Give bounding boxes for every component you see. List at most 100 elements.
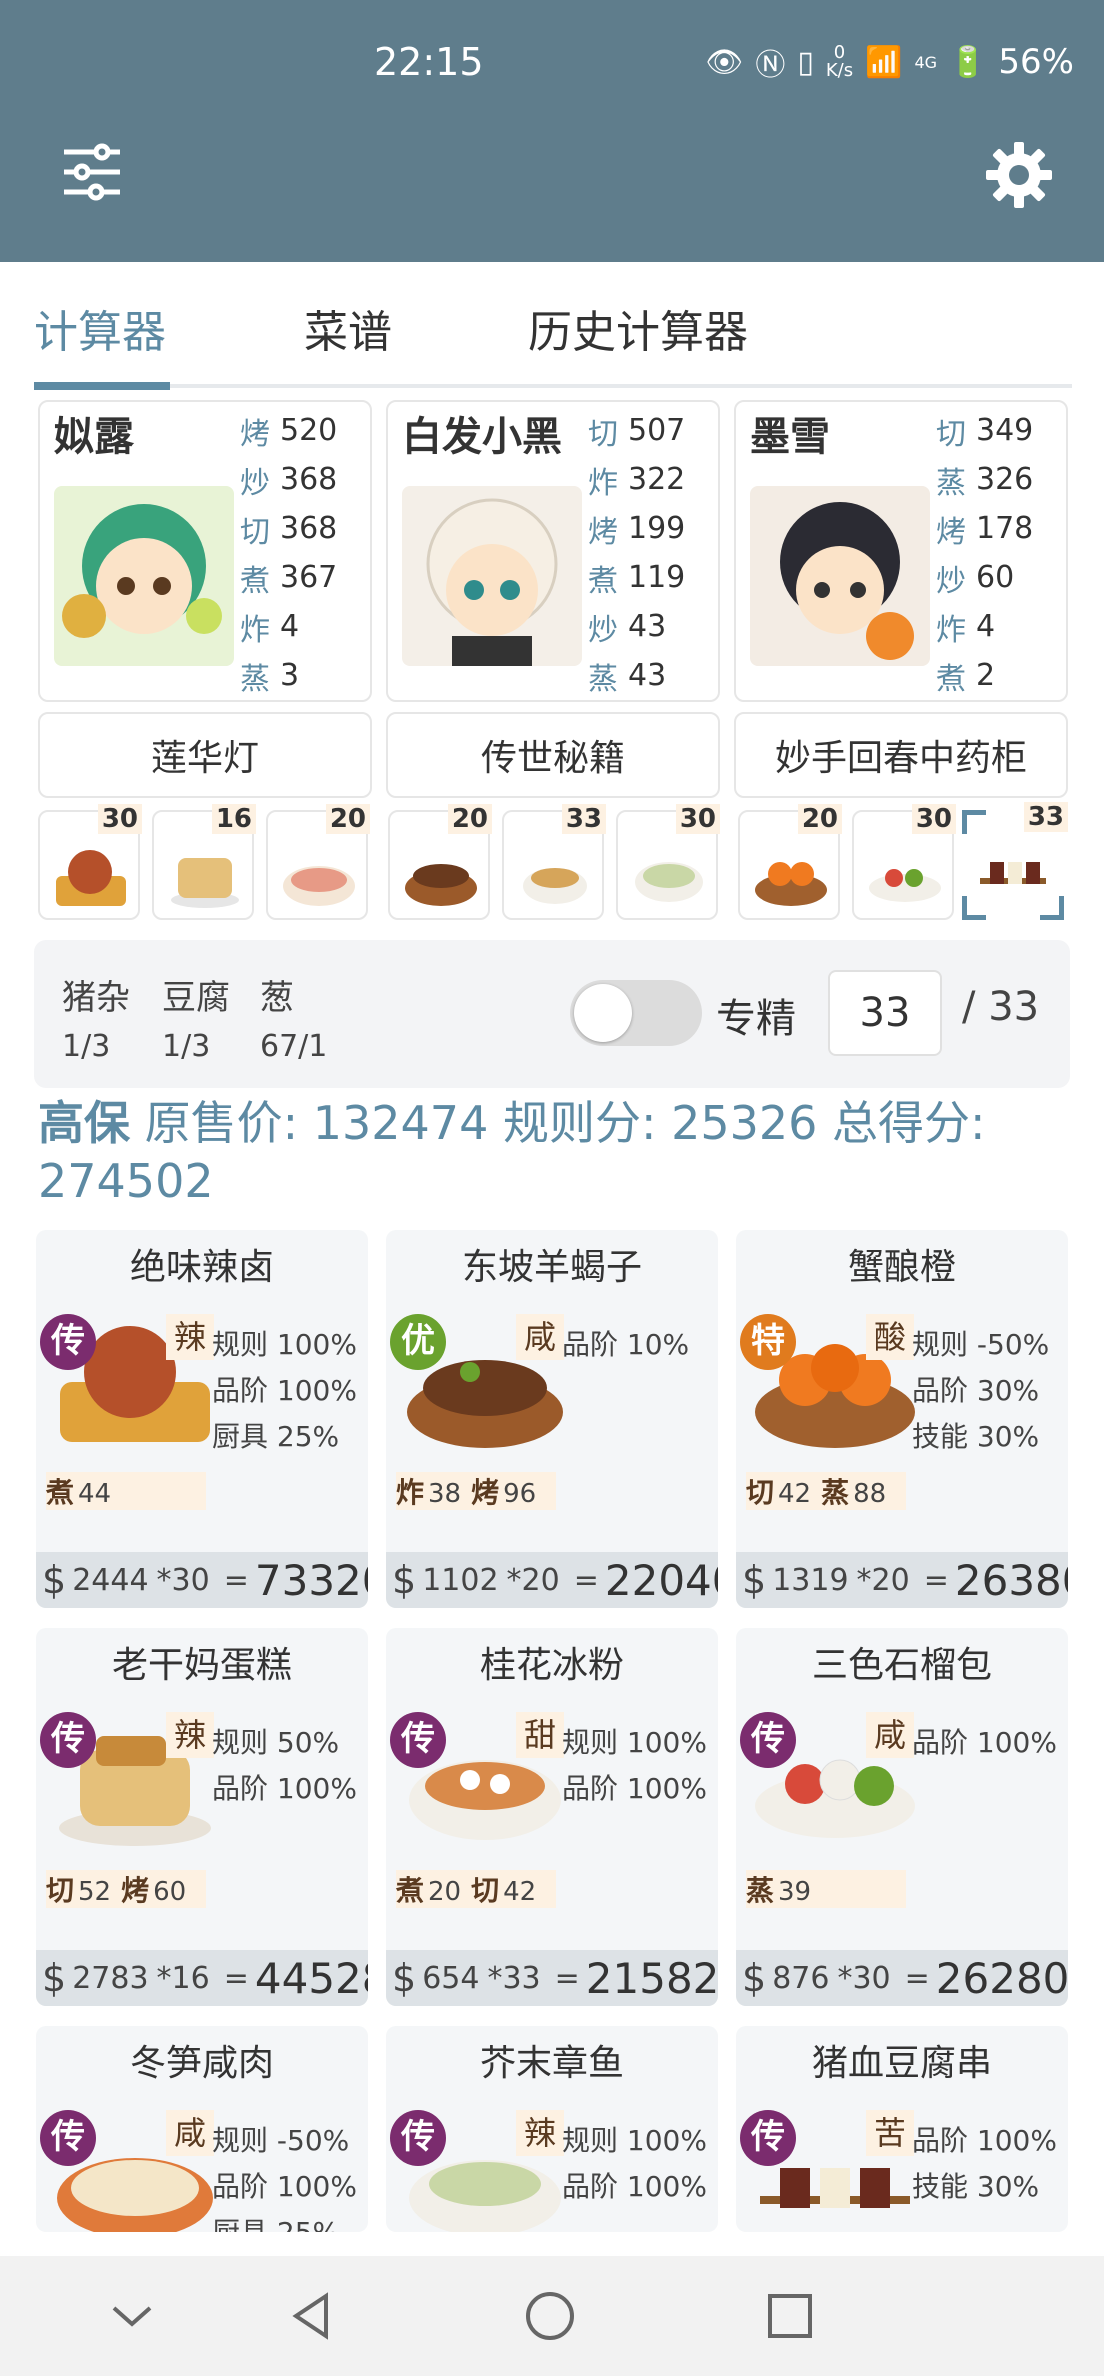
battery-level: 56%: [998, 42, 1074, 82]
stat-label: 烤: [588, 514, 618, 550]
dish-count: 30: [911, 804, 956, 834]
dish-strip-item[interactable]: 30: [852, 804, 956, 920]
chef-stat: 炒 43: [588, 602, 708, 651]
skill-req: 蒸 88: [821, 1471, 886, 1511]
dish-card[interactable]: 芥末章鱼 传 辣 规则 100% 品阶 100%: [386, 2026, 718, 2232]
filter-settings-icon[interactable]: [60, 142, 124, 202]
skill-type: 切: [46, 1874, 75, 1907]
flavor-tag: 咸: [516, 1314, 564, 1360]
dish-card[interactable]: 猪血豆腐串 传 苦 品阶 100% 技能 30%: [736, 2026, 1068, 2232]
dish-icon: [283, 866, 355, 906]
dish-icon: [635, 862, 703, 902]
dish-name: 三色石榴包: [811, 1645, 992, 1686]
dish-icon: [755, 862, 827, 906]
chef-stat: 煮 367: [240, 553, 360, 602]
skill-req: 煮 44: [46, 1471, 111, 1511]
skill-value: 44: [78, 1479, 112, 1509]
stat-value: 119: [628, 560, 686, 595]
dish-strip-item[interactable]: 20: [388, 804, 492, 920]
dish-card[interactable]: 三色石榴包 传 咸 品阶 100% 蒸 39 $ 876 *30 = 26280: [736, 1628, 1068, 2006]
flavor-tag: 咸: [866, 1712, 914, 1758]
chef-card-1[interactable]: 姒露 烤 520 炒 368 切 368 煮 367 炸4 蒸3: [38, 400, 372, 702]
chef-stat: 煮 119: [588, 553, 708, 602]
equipment-slot-2[interactable]: 传世秘籍: [386, 712, 720, 798]
tab-active-indicator: [34, 382, 170, 390]
quantity-input[interactable]: 33: [828, 970, 942, 1056]
ingredient-ratio: 1/3: [62, 1029, 111, 1064]
dish-strip-item[interactable]: 30: [616, 804, 720, 920]
tab-history-calculator[interactable]: 历史计算器: [528, 296, 748, 360]
rarity-badge: 传: [390, 1712, 446, 1768]
chef-name: 墨雪: [750, 414, 830, 460]
dish-card[interactable]: 蟹酿橙 特 酸 规则 -50% 品阶 30% 技能 30% 切 42 蒸 88 $ …: [736, 1230, 1068, 1608]
home-icon[interactable]: [520, 2286, 580, 2346]
flavor-tag: 甜: [516, 1712, 564, 1758]
dish-strip-item[interactable]: 20: [266, 804, 370, 920]
unit-price: 2783: [72, 1960, 149, 1996]
dish-count: 33: [1023, 802, 1068, 832]
total-price: 44528: [254, 1953, 368, 2003]
stat-value: 368: [280, 462, 338, 497]
dish-strip-item[interactable]: 16: [152, 804, 256, 920]
chef-stat: 炸 322: [588, 455, 708, 504]
dish-strip-item-selected[interactable]: 33: [962, 802, 1068, 920]
tab-calculator[interactable]: 计算器: [34, 296, 166, 360]
app-bar: 22:15 👁 Ⓝ ▯ 0 K/s 📶 4G 🔋 56%: [0, 0, 1104, 262]
bonus-item: 规则 -50%: [912, 1328, 1050, 1361]
flavor-tag: 酸: [866, 1314, 914, 1360]
rarity-badge: 优: [390, 1314, 446, 1370]
unit-price: 876: [772, 1960, 830, 1996]
stat-value: 367: [280, 560, 338, 595]
tab-divider: [34, 384, 1072, 388]
chef-portrait: [54, 486, 234, 666]
chef-stat: 蒸 43: [588, 651, 708, 700]
dish-strip-item[interactable]: 33: [502, 804, 606, 920]
dollar-icon: $: [42, 1558, 67, 1602]
stat-label: 切: [588, 416, 618, 452]
chef-card-2[interactable]: 白发小黑 切 507 炸 322 烤 199 煮 119 炒 43 蒸 43: [386, 400, 720, 702]
skill-value: 60: [153, 1877, 187, 1907]
bonus-list: 品阶 10%: [562, 1322, 689, 1368]
gear-icon[interactable]: [984, 140, 1054, 210]
flavor-tag: 辣: [166, 1314, 214, 1360]
stat-label: 炸: [588, 465, 618, 501]
stat-label: 煮: [936, 661, 966, 697]
dish-strip-item[interactable]: 20: [738, 804, 842, 920]
speed-unit: K/s: [825, 60, 854, 81]
tab-recipes[interactable]: 菜谱: [304, 296, 392, 360]
unit-price: 2444: [72, 1562, 149, 1598]
chef-card-3[interactable]: 墨雪 切 349 蒸 326 烤 178 炒 60 炸4 煮2: [734, 400, 1068, 702]
chef-stats: 切 349 蒸 326 烤 178 炒 60 炸4 煮2: [936, 406, 1056, 700]
rarity-badge: 传: [740, 2110, 796, 2166]
price-bar: $ 876 *30 = 26280: [736, 1950, 1068, 2006]
ingredient-name: 豆腐: [162, 978, 230, 1018]
price-bar: $ 2444 *30 = 73320: [36, 1552, 368, 1608]
price-bar: $ 1102 *20 = 22040: [386, 1552, 718, 1608]
bonus-item: 品阶 100%: [212, 1772, 357, 1805]
specialize-toggle[interactable]: [570, 980, 702, 1046]
dish-count: 33: [561, 804, 606, 834]
multiplier: *20: [856, 1562, 910, 1598]
flavor-tag: 辣: [166, 1712, 214, 1758]
back-icon[interactable]: [282, 2286, 342, 2346]
rarity-badge: 传: [40, 1712, 96, 1768]
stat-label: 炒: [936, 563, 966, 599]
recent-apps-icon[interactable]: [760, 2286, 820, 2346]
skill-type: 煮: [396, 1874, 425, 1907]
dish-card[interactable]: 老干妈蛋糕 传 辣 规则 50% 品阶 100% 切 52 烤 60 $ 2783 …: [36, 1628, 368, 2006]
dish-card[interactable]: 东坡羊蝎子 优 咸 品阶 10% 炸 38 烤 96 $ 1102 *20 = 22…: [386, 1230, 718, 1608]
chevron-down-icon[interactable]: [102, 2286, 162, 2346]
vibrate-icon: ▯: [797, 44, 814, 80]
equals-sign: =: [923, 1562, 949, 1598]
skill-value: 39: [778, 1877, 812, 1907]
dish-strip-item[interactable]: 30: [38, 804, 142, 920]
dish-card[interactable]: 绝味辣卤 传 辣 规则 100% 品阶 100% 厨具 25% 煮 44 $ 24…: [36, 1230, 368, 1608]
equipment-slot-1[interactable]: 莲华灯: [38, 712, 372, 798]
dish-card[interactable]: 桂花冰粉 传 甜 规则 100% 品阶 100% 煮 20 切 42 $ 654 *…: [386, 1628, 718, 2006]
bonus-item: 规则 100%: [212, 1328, 357, 1361]
chef-portrait: [750, 486, 930, 666]
skill-type: 蒸: [746, 1874, 775, 1907]
ingredient-name: 猪杂: [62, 978, 130, 1018]
equipment-slot-3[interactable]: 妙手回春中药柜: [734, 712, 1068, 798]
dish-card[interactable]: 冬笋咸肉 传 咸 规则 -50% 品阶 100% 厨具 25%: [36, 2026, 368, 2232]
